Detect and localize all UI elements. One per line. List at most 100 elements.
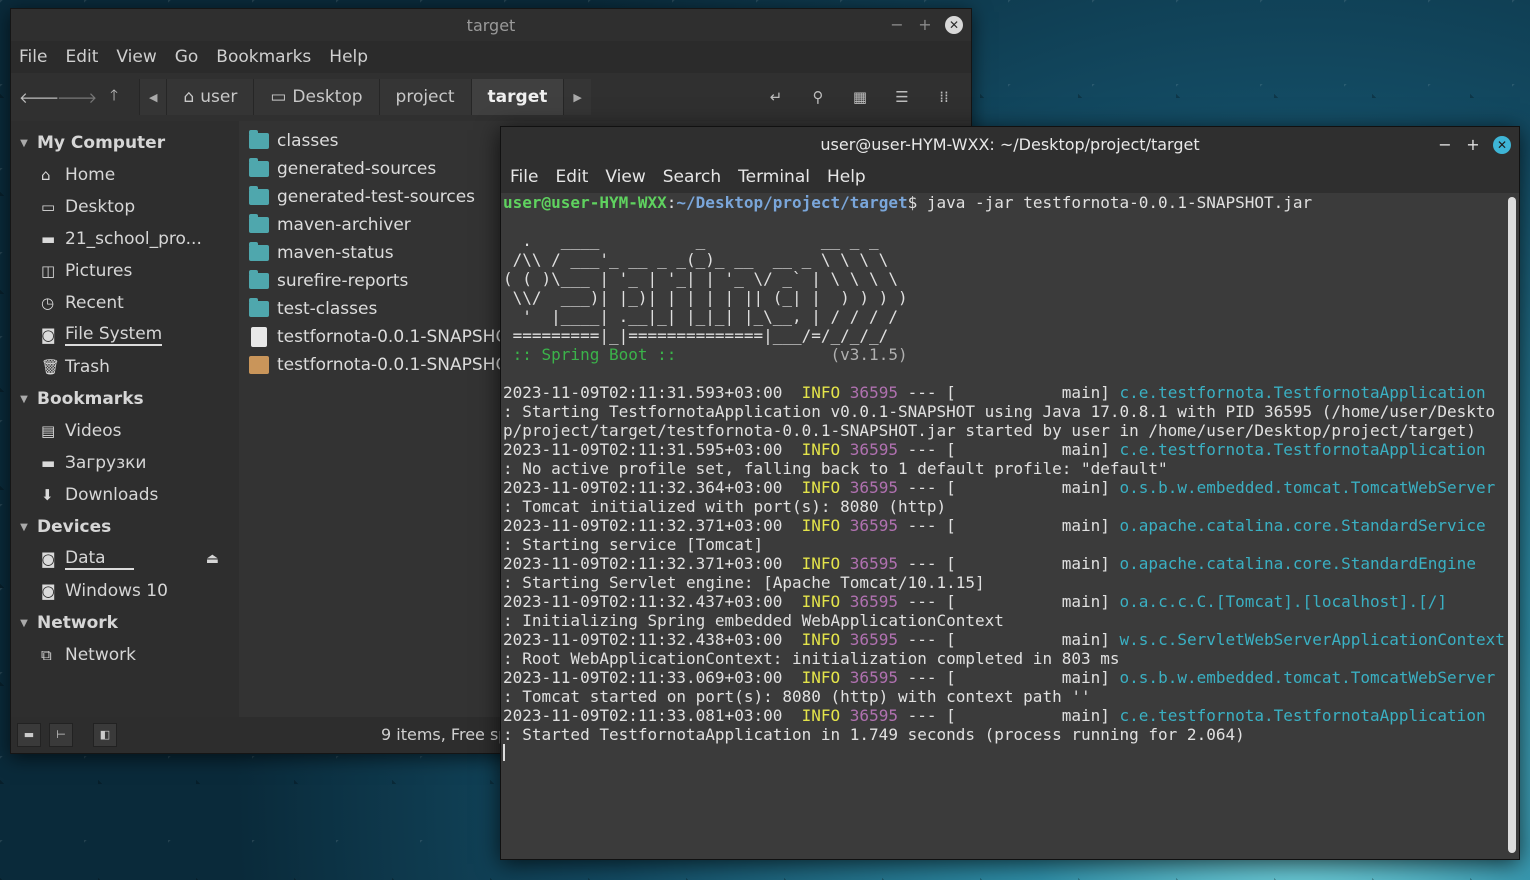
terminal-window-title: user@user-HYM-WXX: ~/Desktop/project/tar…: [820, 134, 1200, 154]
folder-icon: [249, 214, 269, 233]
log-separator: [840, 440, 850, 459]
log-level: INFO: [801, 706, 841, 725]
network-icon: ⧉: [41, 646, 52, 664]
term-menu-edit[interactable]: Edit: [555, 167, 588, 187]
log-timestamp: 2023-11-09T02:11:33.081+03:00: [503, 706, 783, 725]
sidebar-section-bookmarks[interactable]: ▼ Bookmarks: [11, 383, 239, 415]
sidebar-item-videos[interactable]: ▤ Videos: [11, 415, 239, 447]
log-timestamp: 2023-11-09T02:11:32.438+03:00: [503, 630, 783, 649]
sidebar-item-file-system[interactable]: ◙ File System: [11, 319, 239, 351]
section-label: Network: [37, 613, 118, 633]
terminal-output[interactable]: user@user-HYM-WXX:~/Desktop/project/targ…: [503, 193, 1505, 857]
fm-menu-help[interactable]: Help: [329, 47, 368, 67]
collapse-icon: ▼: [20, 521, 28, 533]
maximize-icon[interactable]: +: [917, 15, 933, 34]
fm-menu-edit[interactable]: Edit: [65, 47, 98, 67]
log-logger: o.apache.catalina.core.StandardEngine: [1119, 554, 1476, 573]
term-menu-file[interactable]: File: [510, 167, 538, 187]
fm-titlebar[interactable]: target − + ✕: [11, 9, 971, 41]
sidebar-item-network[interactable]: ⧉ Network: [11, 639, 239, 671]
sidebar-section-devices[interactable]: ▼ Devices: [11, 511, 239, 543]
sidebar-item-pictures[interactable]: ◫ Pictures: [11, 255, 239, 287]
term-menu-view[interactable]: View: [605, 167, 645, 187]
fm-menubar: File Edit View Go Bookmarks Help: [11, 41, 971, 73]
log-separator: [782, 516, 801, 535]
cursor-line: [503, 744, 1505, 765]
term-menu-help[interactable]: Help: [827, 167, 866, 187]
terminal-scrollbar[interactable]: [1508, 197, 1516, 853]
pictures-icon: ◫: [41, 262, 56, 280]
list-view-icon[interactable]: ☰: [883, 88, 921, 106]
log-level: INFO: [801, 554, 841, 573]
close-icon[interactable]: ✕: [1493, 135, 1511, 154]
sidebar-item-school-project[interactable]: ▬ 21_school_pro...: [11, 223, 239, 255]
minimize-icon[interactable]: −: [889, 15, 905, 34]
sidebar-item-label: Загрузки: [65, 453, 147, 473]
file-name: testfornota-0.0.1-SNAPSHOT: [277, 327, 520, 347]
sidebar-section-my-computer[interactable]: ▼ My Computer: [11, 127, 239, 159]
terminal-window: user@user-HYM-WXX: ~/Desktop/project/tar…: [500, 126, 1520, 860]
toggle-location-icon[interactable]: ↵: [757, 88, 795, 106]
desktop-icon: ▭: [41, 198, 56, 216]
log-timestamp: 2023-11-09T02:11:32.437+03:00: [503, 592, 783, 611]
forward-arrow-icon[interactable]: 🡒: [57, 88, 97, 107]
log-line: 2023-11-09T02:11:32.371+03:00 INFO 36595…: [503, 516, 1505, 554]
close-icon[interactable]: ✕: [945, 15, 963, 34]
back-arrow-icon[interactable]: 🡐: [19, 88, 59, 107]
sidebar-item-home[interactable]: ⌂ Home: [11, 159, 239, 191]
sidebar-item-trash[interactable]: 🗑 Trash: [11, 351, 239, 383]
log-pid: 36595: [849, 478, 898, 497]
hide-sidebar-icon[interactable]: ◧: [93, 723, 117, 747]
term-menu-terminal[interactable]: Terminal: [738, 167, 810, 187]
log-timestamp: 2023-11-09T02:11:31.593+03:00: [503, 383, 783, 402]
sidebar-item-zagruzki[interactable]: ▬ Загрузки: [11, 447, 239, 479]
places-toggle-icon[interactable]: ▬: [17, 723, 41, 747]
desktop-icon: ▭: [270, 87, 287, 107]
log-line: 2023-11-09T02:11:32.364+03:00 INFO 36595…: [503, 478, 1505, 516]
sidebar-item-recent[interactable]: ◷ Recent: [11, 287, 239, 319]
log-level: INFO: [801, 592, 841, 611]
sidebar-item-label: 21_school_pro...: [65, 229, 202, 249]
maximize-icon[interactable]: +: [1465, 135, 1481, 154]
log-thread: --- [ main]: [897, 554, 1120, 573]
sidebar-item-windows-10[interactable]: ◙ Windows 10: [11, 575, 239, 607]
fm-menu-go[interactable]: Go: [175, 47, 199, 67]
log-line: 2023-11-09T02:11:32.371+03:00 INFO 36595…: [503, 554, 1505, 592]
breadcrumb-project[interactable]: project: [378, 79, 471, 115]
compact-view-icon[interactable]: ⁞⁞: [925, 88, 963, 106]
log-thread: --- [ main]: [897, 592, 1120, 611]
sidebar-item-downloads[interactable]: ⬇ Downloads: [11, 479, 239, 511]
log-separator: [782, 478, 801, 497]
sidebar-item-data[interactable]: ◙ Data ⏏: [11, 543, 239, 575]
text-cursor: [503, 744, 505, 761]
fm-menu-view[interactable]: View: [116, 47, 156, 67]
fm-window-title: target: [466, 15, 516, 35]
minimize-icon[interactable]: −: [1437, 135, 1453, 154]
fm-menu-bookmarks[interactable]: Bookmarks: [216, 47, 311, 67]
command-text: $ java -jar testfornota-0.0.1-SNAPSHOT.j…: [907, 193, 1313, 212]
folder-icon: [249, 158, 269, 177]
up-arrow-icon[interactable]: 🡑: [95, 85, 133, 110]
terminal-titlebar[interactable]: user@user-HYM-WXX: ~/Desktop/project/tar…: [501, 127, 1519, 161]
breadcrumb-left-icon[interactable]: ◀: [139, 79, 166, 115]
download-icon: ⬇: [41, 486, 54, 504]
fm-menu-file[interactable]: File: [19, 47, 47, 67]
log-thread: --- [ main]: [897, 478, 1120, 497]
breadcrumb-user[interactable]: ⌂ user: [166, 79, 253, 115]
tree-toggle-icon[interactable]: ⊢: [49, 723, 73, 747]
log-separator: [840, 706, 850, 725]
breadcrumb-desktop[interactable]: ▭ Desktop: [253, 79, 378, 115]
sidebar-section-network[interactable]: ▼ Network: [11, 607, 239, 639]
term-menu-search[interactable]: Search: [663, 167, 721, 187]
log-thread: --- [ main]: [897, 668, 1120, 687]
eject-icon[interactable]: ⏏: [206, 551, 219, 567]
search-icon[interactable]: ⚲: [799, 88, 837, 106]
log-line: 2023-11-09T02:11:31.595+03:00 INFO 36595…: [503, 440, 1505, 478]
breadcrumb-right-icon[interactable]: ▶: [563, 79, 590, 115]
log-thread: --- [ main]: [897, 440, 1120, 459]
icon-view-icon[interactable]: ▦: [841, 88, 879, 106]
sidebar-item-desktop[interactable]: ▭ Desktop: [11, 191, 239, 223]
breadcrumb-target[interactable]: target: [470, 79, 564, 115]
document-icon: [251, 327, 267, 347]
file-name: test-classes: [277, 299, 378, 319]
